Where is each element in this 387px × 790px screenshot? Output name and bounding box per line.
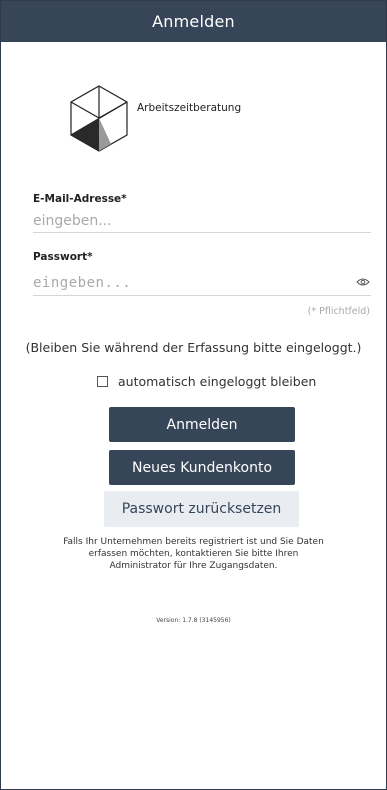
logo: Arbeitszeitberatung (67, 83, 241, 155)
remember-me-label: automatisch eingeloggt bleiben (118, 374, 317, 389)
app-frame: Anmelden Arbeitszeitberatung E-Mail-Adre… (0, 0, 387, 790)
checkbox-box[interactable] (97, 376, 108, 387)
login-button[interactable]: Anmelden (109, 407, 295, 442)
email-label: E-Mail-Adresse* (33, 193, 127, 205)
password-underline (33, 295, 371, 296)
cube-logo-icon (70, 85, 128, 152)
info-text: Falls Ihr Unternehmen bereits registrier… (63, 537, 324, 571)
new-account-button[interactable]: Neues Kundenkonto (109, 450, 295, 485)
reset-password-button[interactable]: Passwort zurücksetzen (104, 491, 299, 527)
email-field[interactable] (33, 210, 371, 233)
password-field[interactable] (33, 272, 349, 294)
password-label: Passwort* (33, 251, 93, 263)
required-note: (* Pflichtfeld) (307, 306, 370, 317)
stay-logged-in-hint: (Bleiben Sie während der Erfassung bitte… (25, 340, 362, 355)
version-label: Version: 1.7.8 (3145956) (156, 617, 231, 624)
app-header: Anmelden (1, 1, 386, 42)
eye-icon[interactable] (356, 277, 370, 287)
logo-text: Arbeitszeitberatung (137, 102, 242, 114)
remember-me-checkbox[interactable]: automatisch eingeloggt bleiben (97, 374, 316, 389)
page-title: Anmelden (152, 12, 235, 31)
